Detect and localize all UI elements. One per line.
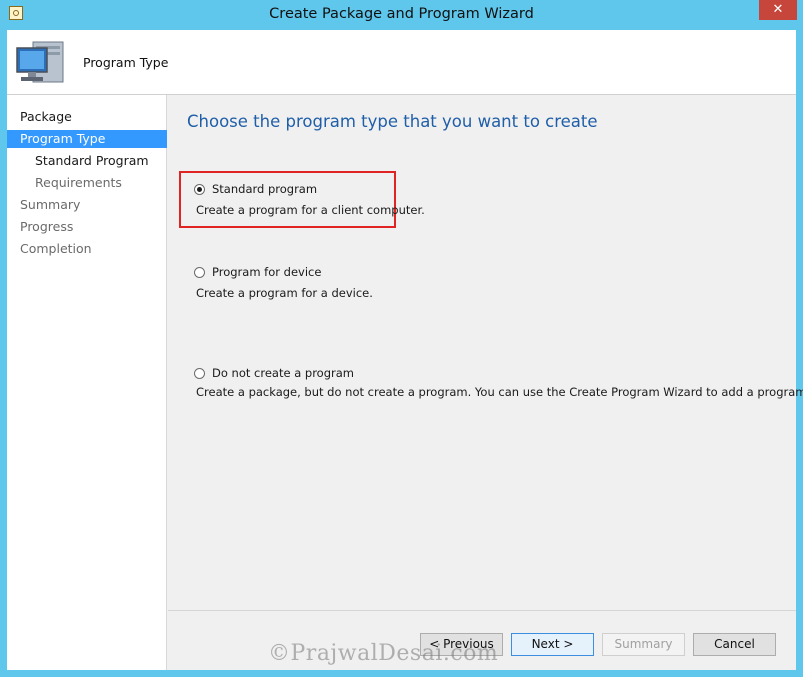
button-bar-divider — [168, 610, 796, 611]
sidebar-item-progress: Progress — [7, 218, 167, 236]
program-for-device-radio[interactable] — [194, 267, 205, 278]
watermark-text: ©PrajwalDesai.com — [268, 641, 499, 666]
option-label[interactable]: Do not create a program — [212, 366, 354, 380]
computer-icon — [16, 41, 64, 83]
sidebar-item-label: Standard Program — [35, 153, 149, 168]
cancel-button[interactable]: Cancel — [693, 633, 776, 656]
sidebar-item-label: Progress — [20, 219, 74, 234]
wizard-window: Create Package and Program Wizard ✕ Prog… — [0, 0, 803, 677]
sidebar-item-package: Package — [7, 108, 167, 126]
title-bar[interactable]: Create Package and Program Wizard ✕ — [0, 0, 803, 30]
next-button[interactable]: Next > — [511, 633, 594, 656]
option-description: Create a program for a device. — [196, 286, 373, 300]
sidebar-item-program-type: Program Type — [7, 130, 167, 148]
option-label[interactable]: Program for device — [212, 265, 321, 279]
standard-program-radio[interactable] — [194, 184, 205, 195]
header-title: Program Type — [83, 55, 169, 70]
sidebar-item-completion: Completion — [7, 240, 167, 258]
option-description: Create a package, but do not create a pr… — [196, 385, 803, 399]
close-icon: ✕ — [772, 2, 784, 17]
close-button[interactable]: ✕ — [759, 0, 797, 20]
sidebar-item-label: Requirements — [35, 175, 122, 190]
window-title: Create Package and Program Wizard — [269, 6, 534, 22]
sidebar-item-summary: Summary — [7, 196, 167, 214]
do-not-create-program-radio[interactable] — [194, 368, 205, 379]
annotation-highlight-box — [179, 171, 396, 228]
wizard-header: Program Type — [7, 30, 796, 95]
page-heading: Choose the program type that you want to… — [187, 112, 598, 131]
option-description: Create a program for a client computer. — [196, 203, 425, 217]
summary-button[interactable]: Summary — [602, 633, 685, 656]
wizard-client-area: Program Type Package Program Type Standa… — [7, 30, 803, 670]
wizard-main-panel: Choose the program type that you want to… — [168, 95, 803, 670]
sidebar-item-requirements: Requirements — [7, 174, 167, 192]
sidebar-item-label: Completion — [20, 241, 92, 256]
sidebar-item-label: Summary — [20, 197, 81, 212]
sidebar-item-label: Program Type — [20, 131, 106, 146]
sidebar-item-label: Package — [20, 109, 72, 124]
sidebar-item-standard-program: Standard Program — [7, 152, 167, 170]
option-label[interactable]: Standard program — [212, 182, 317, 196]
wizard-steps-sidebar: Package Program Type Standard Program Re… — [7, 95, 167, 670]
